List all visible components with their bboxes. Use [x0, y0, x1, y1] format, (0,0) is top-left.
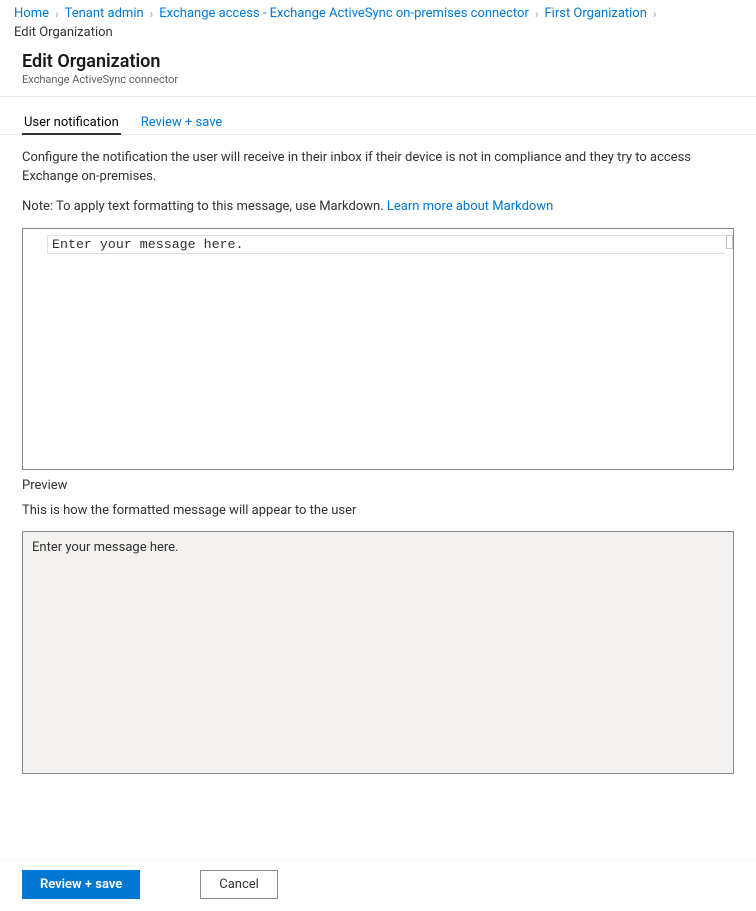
description-text: Configure the notification the user will… [22, 149, 734, 187]
preview-text: Enter your message here. [32, 540, 178, 555]
message-editor[interactable]: Enter your message here. [22, 228, 734, 470]
cancel-button[interactable]: Cancel [200, 870, 278, 899]
breadcrumb-tenant-admin[interactable]: Tenant admin [65, 6, 144, 21]
chevron-right-icon: › [53, 7, 61, 21]
preview-subtitle: This is how the formatted message will a… [22, 503, 734, 518]
breadcrumb-current: Edit Organization [14, 25, 113, 40]
tab-user-notification[interactable]: User notification [22, 115, 121, 135]
breadcrumb-exchange-access[interactable]: Exchange access - Exchange ActiveSync on… [159, 6, 529, 21]
breadcrumb-first-organization[interactable]: First Organization [544, 6, 646, 21]
breadcrumb-home[interactable]: Home [14, 6, 49, 21]
chevron-right-icon: › [651, 7, 659, 21]
chevron-right-icon: › [533, 7, 541, 21]
preview-label: Preview [22, 478, 734, 493]
breadcrumb: Home › Tenant admin › Exchange access - … [0, 0, 756, 45]
scrollbar-thumb[interactable] [726, 235, 733, 249]
preview-box: Enter your message here. [22, 531, 734, 774]
footer-actions: Review + save Cancel [0, 859, 756, 911]
note-text: Note: To apply text formatting to this m… [22, 199, 734, 214]
page-header: Edit Organization Exchange ActiveSync co… [0, 45, 756, 97]
content-area: Configure the notification the user will… [0, 135, 756, 774]
tab-strip: User notification Review + save [0, 97, 756, 135]
message-editor-text[interactable]: Enter your message here. [47, 235, 725, 254]
tab-review-save[interactable]: Review + save [139, 115, 225, 135]
note-prefix: Note: To apply text formatting to this m… [22, 199, 387, 214]
review-save-button[interactable]: Review + save [22, 870, 140, 899]
page-title: Edit Organization [22, 51, 742, 72]
page-subtitle: Exchange ActiveSync connector [22, 73, 742, 86]
markdown-learn-more-link[interactable]: Learn more about Markdown [387, 199, 553, 214]
chevron-right-icon: › [148, 7, 156, 21]
